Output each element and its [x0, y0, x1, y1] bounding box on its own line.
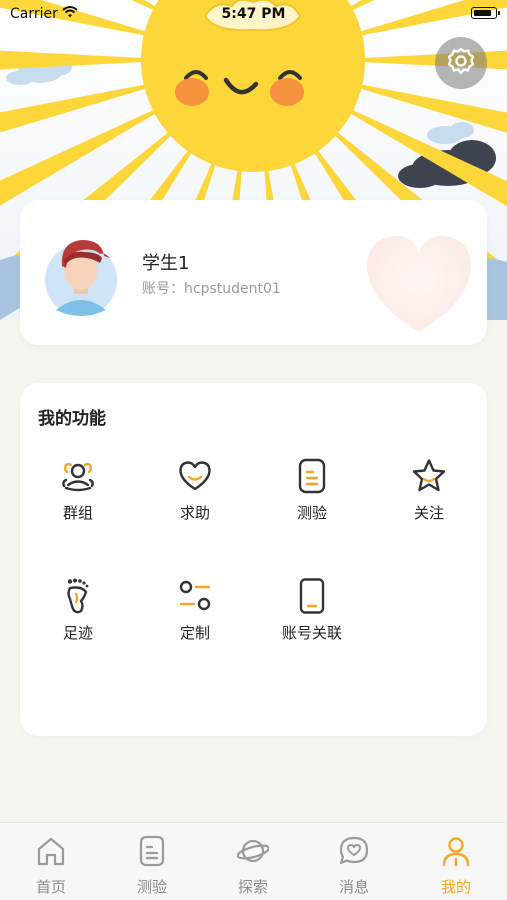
function-account-link[interactable]: 账号关联	[254, 578, 370, 678]
heart-decoration-icon	[359, 222, 479, 344]
function-label: 群组	[62, 504, 93, 522]
profile-account: 账号：hcpstudent01	[142, 281, 281, 297]
avatar	[44, 230, 118, 316]
function-label: 定制	[179, 624, 210, 642]
tab-bar: 首页 测验 探索 消息 我的	[0, 822, 507, 900]
function-label: 关注	[413, 504, 444, 522]
function-quiz[interactable]: 测验	[254, 458, 370, 558]
profile-name: 学生1	[142, 253, 190, 274]
quiz-doc-icon	[294, 458, 330, 494]
tab-label: 测验	[136, 878, 167, 896]
footprint-icon	[60, 578, 96, 614]
tab-home[interactable]: 首页	[11, 835, 91, 896]
settings-button[interactable]	[435, 37, 487, 89]
quiz-tab-icon	[136, 835, 168, 867]
battery-level	[474, 10, 491, 16]
function-customize[interactable]: 定制	[137, 578, 253, 678]
profile-card[interactable]: 学生1 账号：hcpstudent01	[20, 200, 487, 345]
planet-icon	[236, 835, 270, 867]
tab-messages[interactable]: 消息	[314, 835, 394, 896]
my-functions-card: 我的功能 群组 求助 测验 关注 足迹 定制 账号关联	[20, 383, 487, 736]
function-label: 测验	[296, 504, 327, 522]
tab-label: 我的	[440, 878, 471, 896]
tab-mine[interactable]: 我的	[416, 835, 496, 896]
functions-title: 我的功能	[38, 409, 106, 429]
group-icon	[60, 458, 96, 494]
gear-icon	[446, 46, 476, 80]
person-icon	[440, 835, 472, 867]
function-group[interactable]: 群组	[20, 458, 136, 558]
tab-quiz[interactable]: 测验	[112, 835, 192, 896]
status-time: 5:47 PM	[221, 6, 286, 22]
heart-outline-icon	[177, 458, 213, 494]
phone-link-icon	[294, 578, 330, 614]
function-label: 足迹	[62, 624, 93, 642]
status-bar: Carrier 5:47 PM	[0, 0, 507, 30]
tab-label: 首页	[35, 878, 66, 896]
star-icon	[411, 458, 447, 494]
message-heart-icon	[338, 835, 370, 867]
function-help[interactable]: 求助	[137, 458, 253, 558]
function-follow[interactable]: 关注	[371, 458, 487, 558]
tab-explore[interactable]: 探索	[213, 835, 293, 896]
function-label: 求助	[179, 504, 210, 522]
home-icon	[35, 835, 67, 867]
function-label: 账号关联	[281, 624, 342, 642]
battery-icon	[471, 7, 500, 19]
function-footprint[interactable]: 足迹	[20, 578, 136, 678]
tab-label: 消息	[338, 878, 369, 896]
customize-icon	[177, 578, 213, 614]
tab-label: 探索	[237, 878, 268, 896]
